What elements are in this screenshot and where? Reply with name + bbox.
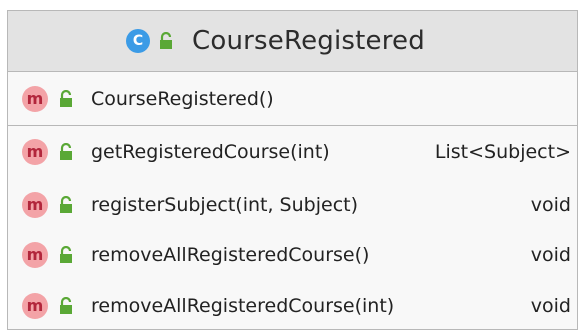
method-m-icon: m <box>22 139 48 165</box>
public-lock-icon <box>58 90 74 108</box>
class-c-icon: C <box>126 29 150 53</box>
method-name: removeAllRegisteredCourse(int) <box>91 295 395 317</box>
method-name: registerSubject(int, Subject) <box>91 194 359 216</box>
method-return-type: void <box>530 244 571 266</box>
public-lock-icon <box>158 32 174 50</box>
method-m-icon: m <box>22 293 48 319</box>
method-return-type: void <box>530 194 571 216</box>
public-lock-icon <box>58 196 74 214</box>
class-header: C CourseRegistered <box>8 11 577 72</box>
constructor-name: CourseRegistered() <box>91 88 274 110</box>
method-row[interactable]: m removeAllRegisteredCourse() void <box>8 235 577 275</box>
method-return-type: void <box>530 295 571 317</box>
method-name: removeAllRegisteredCourse() <box>91 244 370 266</box>
method-name: getRegisteredCourse(int) <box>91 141 330 163</box>
public-lock-icon <box>58 246 74 264</box>
method-m-icon: m <box>22 192 48 218</box>
public-lock-icon <box>58 143 74 161</box>
class-name: CourseRegistered <box>192 26 425 56</box>
method-m-icon: m <box>22 86 48 112</box>
method-row[interactable]: m removeAllRegisteredCourse(int) void <box>8 286 577 326</box>
uml-class-box[interactable]: C CourseRegistered m CourseRegistered() <box>7 10 578 330</box>
method-row[interactable]: m getRegisteredCourse(int) List<Subject> <box>8 132 577 172</box>
constructor-row[interactable]: m CourseRegistered() <box>8 79 577 119</box>
method-return-type: List<Subject> <box>434 141 571 163</box>
method-m-icon: m <box>22 242 48 268</box>
method-row[interactable]: m registerSubject(int, Subject) void <box>8 185 577 225</box>
constructors-section: m CourseRegistered() <box>8 72 577 126</box>
public-lock-icon <box>58 297 74 315</box>
